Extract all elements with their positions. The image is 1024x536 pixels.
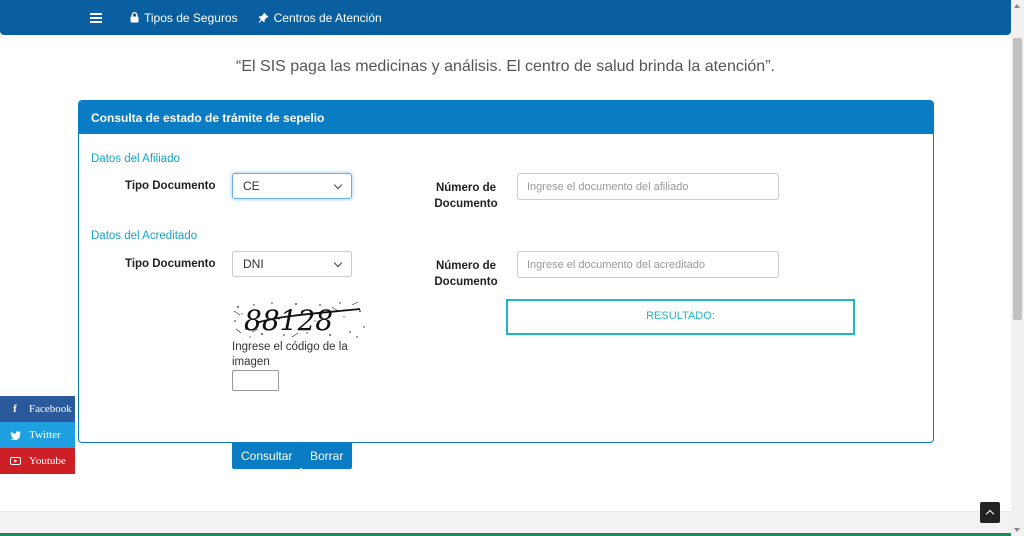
- label-line: Número de: [435, 260, 497, 272]
- select-value: DNI: [243, 257, 264, 271]
- lock-icon: [130, 12, 139, 23]
- hamburger-icon: [90, 12, 102, 23]
- borrar-button[interactable]: Borrar: [301, 442, 353, 469]
- label-line: Documento: [434, 276, 498, 288]
- chevron-up-icon: [985, 509, 995, 519]
- sis-quote: “El SIS paga las medicinas y análisis. E…: [236, 58, 775, 75]
- tipo-documento-afiliado-select[interactable]: CE: [232, 173, 352, 199]
- documento-afiliado-input[interactable]: [517, 173, 779, 200]
- consultar-button[interactable]: Consultar: [232, 442, 302, 469]
- tipo-documento-acreditado-select[interactable]: DNI: [232, 251, 352, 277]
- captcha-image: 88128: [232, 299, 368, 339]
- resultado-box: RESULTADO:: [506, 299, 855, 335]
- menu-toggle-button[interactable]: [80, 0, 120, 35]
- nav-item-centros-de-atencion[interactable]: Centros de Atención: [248, 0, 392, 35]
- section-title-acreditado: Datos del Acreditado: [91, 230, 198, 242]
- twitter-link[interactable]: Twitter: [0, 422, 75, 448]
- consulta-panel: Consulta de estado de trámite de sepelio: [78, 100, 934, 443]
- nav-item-tipos-de-seguros[interactable]: Tipos de Seguros: [120, 0, 248, 35]
- youtube-link[interactable]: Youtube: [0, 448, 75, 474]
- label-line: Número de: [435, 182, 497, 194]
- captcha-label: Ingrese el código de la imagen: [232, 341, 348, 368]
- scroll-down-arrow-icon[interactable]: [1014, 528, 1020, 532]
- nav-item-label: Tipos de Seguros: [144, 10, 238, 25]
- youtube-icon: [9, 457, 21, 465]
- scrollbar-thumb[interactable]: [1013, 38, 1022, 320]
- twitter-icon: [9, 430, 21, 440]
- pin-icon: [258, 12, 269, 23]
- social-label: Facebook: [29, 403, 72, 415]
- documento-acreditado-input[interactable]: [517, 251, 779, 278]
- nav-menu: Tipos de Seguros Centros de Atención: [80, 0, 392, 35]
- numero-documento-label: Número de Documento: [432, 258, 500, 290]
- captcha-code: 88128: [244, 304, 333, 337]
- panel-title: Consulta de estado de trámite de sepelio: [79, 101, 933, 134]
- facebook-icon: f: [13, 403, 17, 415]
- facebook-link[interactable]: f Facebook: [0, 396, 75, 422]
- social-label: Twitter: [29, 429, 61, 441]
- top-navbar: Tipos de Seguros Centros de Atención: [0, 0, 1011, 35]
- social-label: Youtube: [29, 455, 66, 467]
- page-scrollbar[interactable]: [1011, 0, 1024, 536]
- section-title-afiliado: Datos del Afiliado: [91, 153, 180, 165]
- tipo-documento-label: Tipo Documento: [125, 258, 216, 270]
- label-line: Documento: [434, 198, 498, 210]
- scroll-up-arrow-icon[interactable]: [1014, 4, 1020, 8]
- chevron-down-icon: [333, 180, 343, 189]
- captcha-input[interactable]: [232, 370, 279, 391]
- nav-item-label: Centros de Atención: [273, 10, 382, 25]
- select-value: CE: [243, 179, 260, 193]
- numero-documento-label: Número de Documento: [432, 180, 500, 212]
- chevron-down-icon: [333, 258, 343, 267]
- tipo-documento-label: Tipo Documento: [125, 180, 216, 192]
- back-to-top-button[interactable]: [980, 502, 1000, 523]
